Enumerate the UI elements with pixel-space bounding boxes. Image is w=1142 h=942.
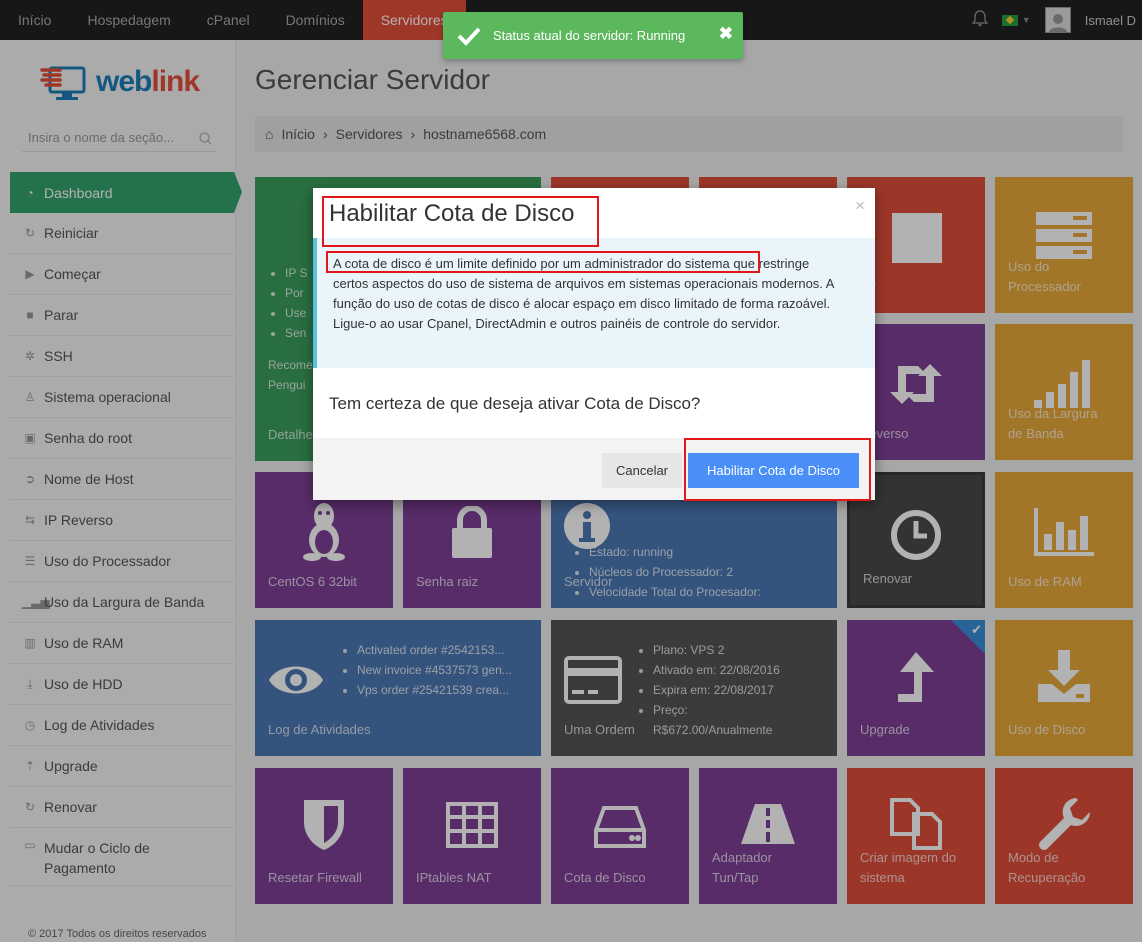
- modal-question: Tem certeza de que deseja ativar Cota de…: [329, 394, 701, 413]
- modal-close-icon[interactable]: ×: [855, 196, 865, 216]
- annotation-box-info: [326, 251, 760, 273]
- annotation-box-title: [322, 196, 599, 247]
- toast-close-icon[interactable]: ✖: [719, 24, 733, 44]
- status-toast: Status atual do servidor: Running ✖: [443, 12, 743, 59]
- check-icon: [457, 27, 481, 46]
- cancel-button[interactable]: Cancelar: [602, 453, 682, 488]
- annotation-box-button: [684, 438, 871, 501]
- toast-message: Status atual do servidor: Running: [493, 28, 686, 43]
